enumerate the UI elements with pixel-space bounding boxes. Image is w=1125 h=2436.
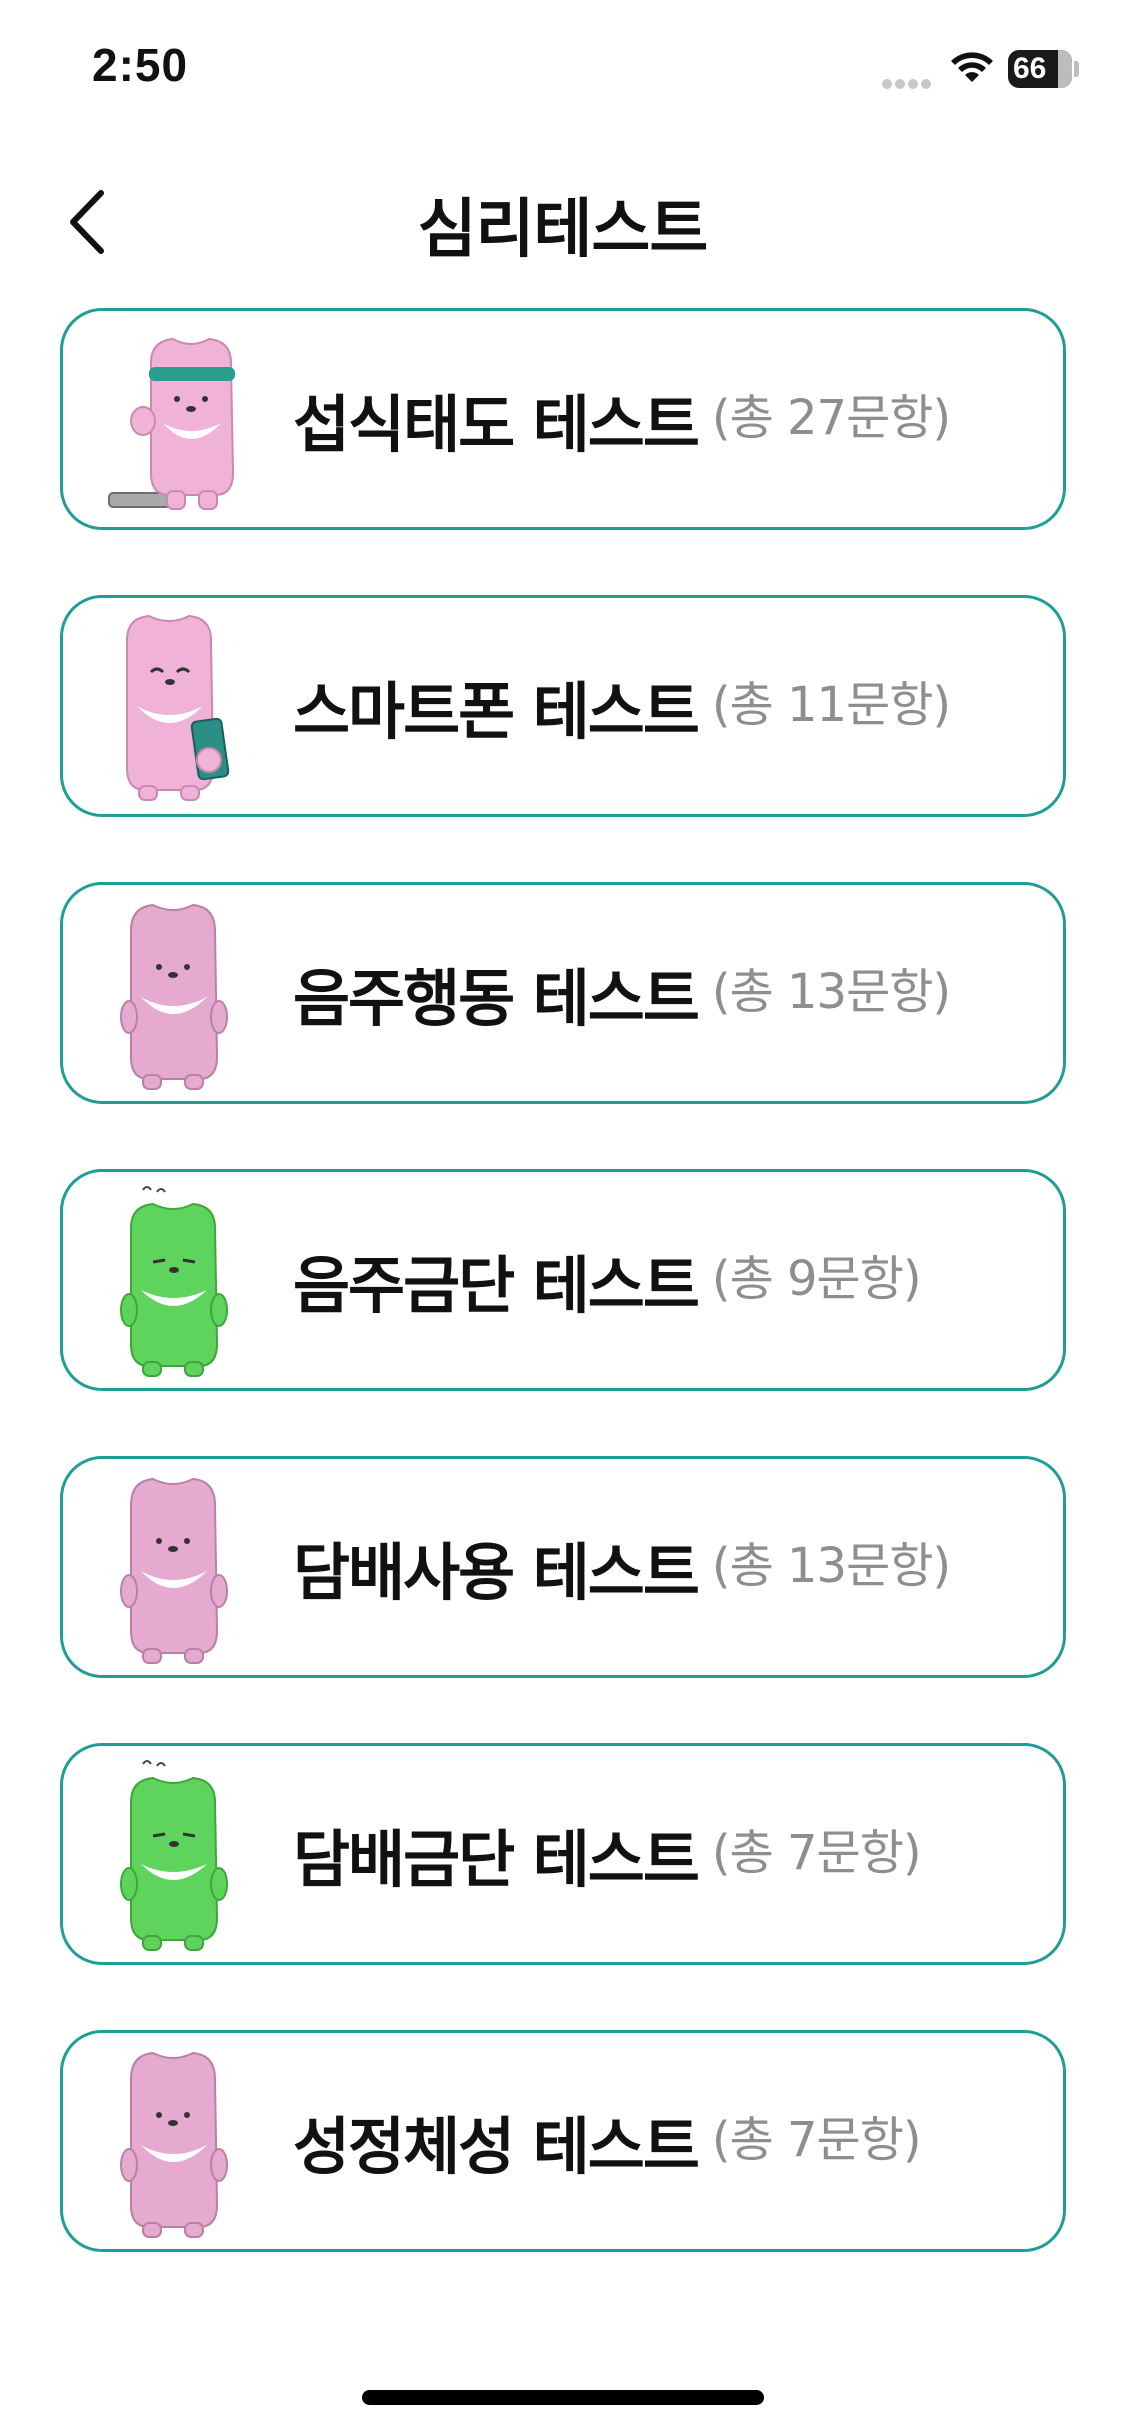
test-card-text: 담배금단 테스트 (총 7문항) (293, 1746, 922, 1962)
battery-cap (1074, 61, 1079, 77)
status-bar: 2:50 66 (0, 0, 1125, 140)
green-bear-icon (120, 1186, 228, 1377)
test-title: 스마트폰 테스트 (293, 675, 700, 748)
question-count: (총 13문항) (711, 1538, 951, 1594)
test-card-drinking-behavior[interactable]: 음주행동 테스트 (총 13문항) (60, 882, 1066, 1104)
test-card-text: 담배사용 테스트 (총 13문항) (293, 1459, 951, 1675)
question-count: (총 7문항) (711, 1825, 922, 1881)
test-card-eating-attitude[interactable]: 섭식태도 테스트 (총 27문항) (60, 308, 1066, 530)
test-card-gender-identity[interactable]: 성정체성 테스트 (총 7문항) (60, 2030, 1066, 2252)
pink-bear-icon (120, 2051, 228, 2238)
question-count: (총 27문항) (711, 390, 951, 446)
test-card-text: 성정체성 테스트 (총 7문항) (293, 2033, 922, 2249)
pink-bear-phone-icon (126, 614, 230, 801)
test-card-text: 음주금단 테스트 (총 9문항) (293, 1172, 922, 1388)
test-title: 섭식태도 테스트 (293, 388, 700, 461)
test-title: 음주금단 테스트 (293, 1249, 700, 1322)
battery-level: 66 (1013, 52, 1047, 85)
question-count: (총 9문항) (711, 1251, 922, 1307)
pink-bear-icon (120, 1477, 228, 1664)
battery-indicator: 66 (1008, 50, 1072, 88)
test-card-text: 음주행동 테스트 (총 13문항) (293, 885, 951, 1101)
pink-bear-exercise-icon (108, 337, 235, 510)
question-count: (총 11문항) (711, 677, 951, 733)
test-title: 음주행동 테스트 (293, 962, 700, 1035)
test-card-text: 스마트폰 테스트 (총 11문항) (293, 598, 951, 814)
test-card-tobacco-use[interactable]: 담배사용 테스트 (총 13문항) (60, 1456, 1066, 1678)
question-count: (총 13문항) (711, 964, 951, 1020)
test-card-text: 섭식태도 테스트 (총 27문항) (293, 311, 951, 527)
test-card-alcohol-withdrawal[interactable]: 음주금단 테스트 (총 9문항) (60, 1169, 1066, 1391)
status-time: 2:50 (92, 39, 189, 91)
page-title: 심리테스트 (417, 193, 708, 267)
test-list: 섭식태도 테스트 (총 27문항) 스마트폰 테스트 (총 11문항) 음주행동… (60, 308, 1066, 2317)
pink-bear-icon (120, 903, 228, 1090)
wifi-icon (951, 52, 993, 82)
test-card-smartphone[interactable]: 스마트폰 테스트 (총 11문항) (60, 595, 1066, 817)
home-indicator[interactable] (362, 2390, 764, 2405)
battery-empty-fill (1058, 50, 1072, 88)
green-bear-icon (120, 1760, 228, 1951)
test-title: 성정체성 테스트 (293, 2110, 700, 2183)
test-card-tobacco-withdrawal[interactable]: 담배금단 테스트 (총 7문항) (60, 1743, 1066, 1965)
navigation-header: 심리테스트 (0, 160, 1125, 280)
test-title: 담배사용 테스트 (293, 1536, 700, 1609)
question-count: (총 7문항) (711, 2112, 922, 2168)
cellular-signal-icon (882, 74, 934, 89)
test-title: 담배금단 테스트 (293, 1823, 700, 1896)
